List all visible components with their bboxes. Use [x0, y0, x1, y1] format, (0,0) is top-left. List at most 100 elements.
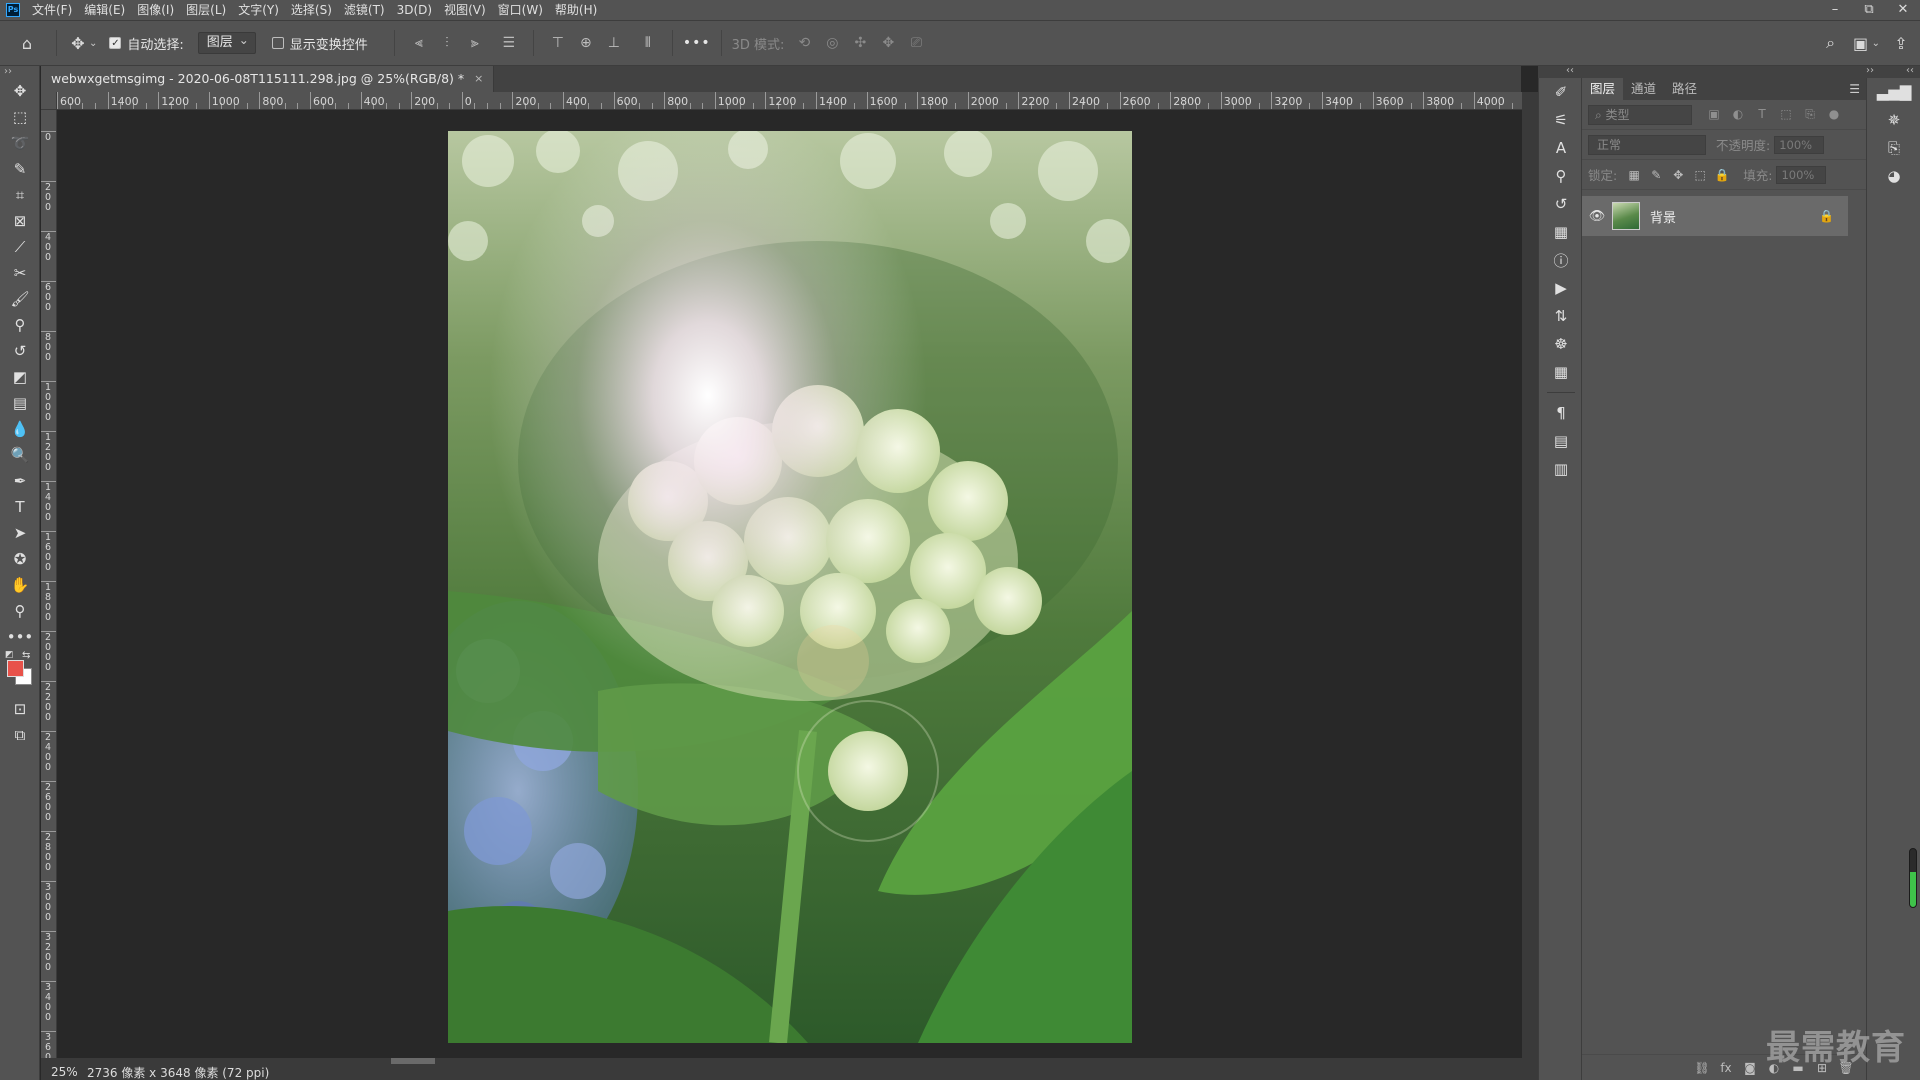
- filter-smart-object-icon[interactable]: ⎘: [1798, 107, 1822, 122]
- horizontal-ruler[interactable]: 600 1400 1200 1000 800 600 400 200 0 200 400 600 800…: [57, 92, 1523, 110]
- chevron-down-icon[interactable]: ⌄: [1872, 38, 1880, 49]
- zoom-tool-icon[interactable]: ⚲: [0, 598, 40, 624]
- auto-select-checkbox[interactable]: ✓: [109, 37, 122, 49]
- tab-channels[interactable]: 通道: [1623, 78, 1664, 100]
- foreground-color-swatch[interactable]: [7, 660, 24, 677]
- frame-tool-icon[interactable]: ⊠: [0, 208, 40, 234]
- history-brush-tool-icon[interactable]: ↺: [0, 338, 40, 364]
- quick-selection-tool-icon[interactable]: ✎: [0, 156, 40, 182]
- more-options-button[interactable]: •••: [683, 35, 711, 51]
- auto-select-target-dropdown[interactable]: 图层: [197, 30, 256, 54]
- menu-window[interactable]: 窗口(W): [492, 0, 549, 20]
- libraries-icon[interactable]: ⎘: [1867, 134, 1920, 162]
- visibility-eye-icon[interactable]: 👁: [1582, 209, 1612, 224]
- close-tab-icon[interactable]: ×: [474, 66, 483, 92]
- ruler-corner[interactable]: [41, 92, 57, 110]
- align-top-icon[interactable]: ⊤: [544, 32, 572, 54]
- opacity-field[interactable]: 100%: [1774, 135, 1825, 154]
- distribute-horizontal-icon[interactable]: ⦀: [634, 32, 662, 54]
- layer-style-icon[interactable]: fx: [1714, 1061, 1738, 1075]
- share-icon[interactable]: ⇪: [1890, 32, 1912, 54]
- path-selection-tool-icon[interactable]: ➤: [0, 520, 40, 546]
- clone-stamp-tool-icon[interactable]: ⚲: [0, 312, 40, 338]
- menu-edit[interactable]: 编辑(E): [78, 0, 131, 20]
- add-mask-icon[interactable]: ◙: [1738, 1061, 1762, 1075]
- screen-mode-icon[interactable]: ⧉: [0, 722, 40, 748]
- filter-pixel-icon[interactable]: ▣: [1702, 107, 1726, 122]
- gradient-tool-icon[interactable]: ▤: [0, 390, 40, 416]
- menu-3d[interactable]: 3D(D): [391, 0, 438, 20]
- layer-filter-dropdown[interactable]: ⌕ 类型: [1588, 104, 1692, 125]
- align-bottom-icon[interactable]: ⊥: [600, 32, 628, 54]
- navigator-icon[interactable]: ✵: [1867, 106, 1920, 134]
- adjustments-icon[interactable]: ⚟: [1539, 106, 1583, 134]
- expand-panels-icon[interactable]: ››: [1866, 65, 1874, 76]
- lock-image-icon[interactable]: ✎: [1645, 168, 1667, 182]
- filter-type-icon[interactable]: T: [1750, 107, 1774, 122]
- lock-position-icon[interactable]: ✥: [1667, 168, 1689, 182]
- restore-button[interactable]: ⧉: [1852, 0, 1886, 20]
- tab-layers[interactable]: 图层: [1582, 78, 1624, 100]
- actions-icon[interactable]: ▶: [1539, 274, 1583, 302]
- crop-tool-icon[interactable]: ⌗: [0, 182, 40, 208]
- collapse-arrows-icon[interactable]: ››: [0, 66, 39, 78]
- close-window-button[interactable]: ✕: [1886, 0, 1920, 20]
- layer-thumbnail[interactable]: [1612, 202, 1640, 230]
- histogram-icon[interactable]: ▃▅▇: [1867, 78, 1920, 106]
- menu-image[interactable]: 图像(I): [131, 0, 180, 20]
- panel-menu-icon[interactable]: ☰: [1849, 82, 1860, 96]
- character-styles-icon[interactable]: ▤: [1539, 427, 1583, 455]
- hand-tool-icon[interactable]: ✋: [0, 572, 40, 598]
- zoom-level[interactable]: 25%: [41, 1065, 81, 1079]
- notes-icon[interactable]: ▥: [1539, 455, 1583, 483]
- search-icon[interactable]: ⌕: [1820, 32, 1842, 54]
- filter-toggle-icon[interactable]: ●: [1822, 107, 1846, 122]
- workspace-icon[interactable]: ▣: [1850, 32, 1872, 54]
- menu-type[interactable]: 文字(Y): [232, 0, 285, 20]
- align-left-icon[interactable]: ⫷: [405, 32, 433, 54]
- custom-shape-tool-icon[interactable]: ✪: [0, 546, 40, 572]
- character-icon[interactable]: A: [1539, 134, 1583, 162]
- filter-shape-icon[interactable]: ⬚: [1774, 107, 1798, 122]
- home-icon[interactable]: ⌂: [16, 32, 38, 54]
- info-icon[interactable]: ⓘ: [1539, 246, 1583, 274]
- move-tool-icon[interactable]: ✥: [0, 78, 40, 104]
- lasso-tool-icon[interactable]: ➰: [0, 130, 40, 156]
- brush-settings-icon[interactable]: ✐: [1539, 78, 1583, 106]
- align-vertical-center-icon[interactable]: ⊕: [572, 32, 600, 54]
- move-tool-preset-icon[interactable]: ✥: [67, 32, 89, 54]
- filter-adjustment-icon[interactable]: ◐: [1726, 107, 1750, 122]
- marquee-tool-icon[interactable]: ⬚: [0, 104, 40, 130]
- lock-transparent-icon[interactable]: ▦: [1623, 168, 1645, 182]
- collapse-panels-icon[interactable]: ‹‹: [1566, 65, 1574, 76]
- lock-artboard-icon[interactable]: ⬚: [1689, 168, 1711, 182]
- document-info[interactable]: 2736 像素 x 3648 像素 (72 ppi): [81, 1064, 269, 1080]
- menu-select[interactable]: 选择(S): [285, 0, 338, 20]
- tab-paths[interactable]: 路径: [1664, 78, 1705, 100]
- history-icon[interactable]: ↺: [1539, 190, 1583, 218]
- clone-source-icon[interactable]: ⚲: [1539, 162, 1583, 190]
- vertical-ruler[interactable]: 0 200 400 600 800 1000 1200 1400 1600 1800 2000 220…: [41, 110, 57, 1058]
- menu-help[interactable]: 帮助(H): [549, 0, 603, 20]
- canvas-area[interactable]: [57, 110, 1523, 1058]
- blend-mode-dropdown[interactable]: 正常: [1588, 134, 1706, 155]
- fill-field[interactable]: 100%: [1776, 165, 1827, 184]
- default-colors-icon[interactable]: ◩: [5, 650, 14, 660]
- minimize-button[interactable]: –: [1818, 0, 1852, 20]
- menu-filter[interactable]: 滤镜(T): [338, 0, 391, 20]
- timeline-icon[interactable]: ⇅: [1539, 302, 1583, 330]
- more-tools-icon[interactable]: •••: [0, 624, 40, 650]
- color-icon[interactable]: ◕: [1867, 162, 1920, 190]
- align-horizontal-center-icon[interactable]: ⫶: [433, 32, 461, 54]
- quick-mask-icon[interactable]: ⊡: [0, 696, 40, 722]
- chevron-down-icon[interactable]: ⌄: [89, 38, 97, 49]
- document-tab[interactable]: webwxgetmsgimg - 2020-06-08T115111.298.j…: [41, 66, 495, 92]
- properties-icon[interactable]: ▦: [1539, 218, 1583, 246]
- 3d-icon[interactable]: ☸: [1539, 330, 1583, 358]
- link-layers-icon[interactable]: ⛓: [1690, 1061, 1714, 1075]
- layer-name[interactable]: 背景: [1650, 207, 1676, 226]
- show-transform-option[interactable]: 显示变换控件: [271, 34, 368, 53]
- brush-tool-icon[interactable]: 🖌: [0, 286, 40, 312]
- collapse-right-dock-icon[interactable]: ‹‹: [1906, 65, 1914, 76]
- distribute-vertical-icon[interactable]: ☰: [495, 32, 523, 54]
